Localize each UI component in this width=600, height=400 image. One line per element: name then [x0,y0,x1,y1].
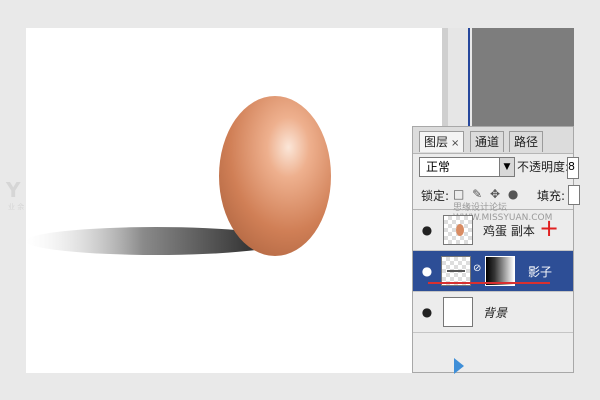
tab-paths[interactable]: 路径 [509,131,544,152]
watermark-logo: Y [6,178,22,202]
tab-channels-label: 通道 [475,135,500,149]
lock-icons[interactable]: □ ✎ ✥ ● [453,187,520,201]
chain-link-icon[interactable]: ⊘ [473,263,481,274]
shadow-thumb-icon [447,270,465,272]
layer-shadow[interactable]: ● ⊘ 影子 [413,251,573,292]
layer-name: 影子 [528,265,553,279]
eye-icon[interactable]: ● [417,302,437,322]
egg-thumb-icon [456,224,464,236]
blend-mode-select[interactable]: 正常 ▼ [419,157,515,177]
close-icon[interactable]: × [451,138,459,149]
tab-layers-label: 图层 [424,135,449,149]
layer-thumbnail [443,215,473,245]
window-edge [468,28,470,128]
plus-annotation: + [539,214,560,242]
layer-name: 鸡蛋 副本 [483,224,535,238]
lock-label: 锁定: [421,189,450,203]
background-workspace [472,28,574,128]
eye-icon[interactable]: ● [417,261,437,281]
watermark-subtext: 业 余 [8,203,25,211]
opacity-label: 不透明度: [517,160,570,174]
layer-thumbnail [443,297,473,327]
panel-tabs: 图层 × 通道 路径 [413,127,573,154]
blend-mode-value: 正常 [426,160,451,174]
lock-row: 锁定: □ ✎ ✥ ● 填充: 思缘设计论坛 WWW.MISSYUAN.COM [413,181,580,223]
tab-channels[interactable]: 通道 [470,131,505,152]
cursor-arrow-icon [454,358,464,374]
egg-shape [219,96,331,256]
egg-illustration [26,96,331,256]
tab-paths-label: 路径 [514,135,539,149]
layers-panel: 图层 × 通道 路径 正常 ▼ 不透明度: 8 锁定: □ ✎ ✥ ● 填充: 思… [412,126,580,373]
red-underline-annotation [428,282,550,284]
chevron-down-icon[interactable]: ▼ [499,158,514,176]
layer-egg-copy[interactable]: ● 鸡蛋 副本 + [413,210,573,251]
opacity-field[interactable]: 8 [567,157,579,179]
tab-layers[interactable]: 图层 × [419,131,465,152]
eye-icon[interactable]: ● [417,220,437,240]
layer-background[interactable]: ● 背景 [413,292,573,333]
layer-name: 背景 [483,306,508,320]
